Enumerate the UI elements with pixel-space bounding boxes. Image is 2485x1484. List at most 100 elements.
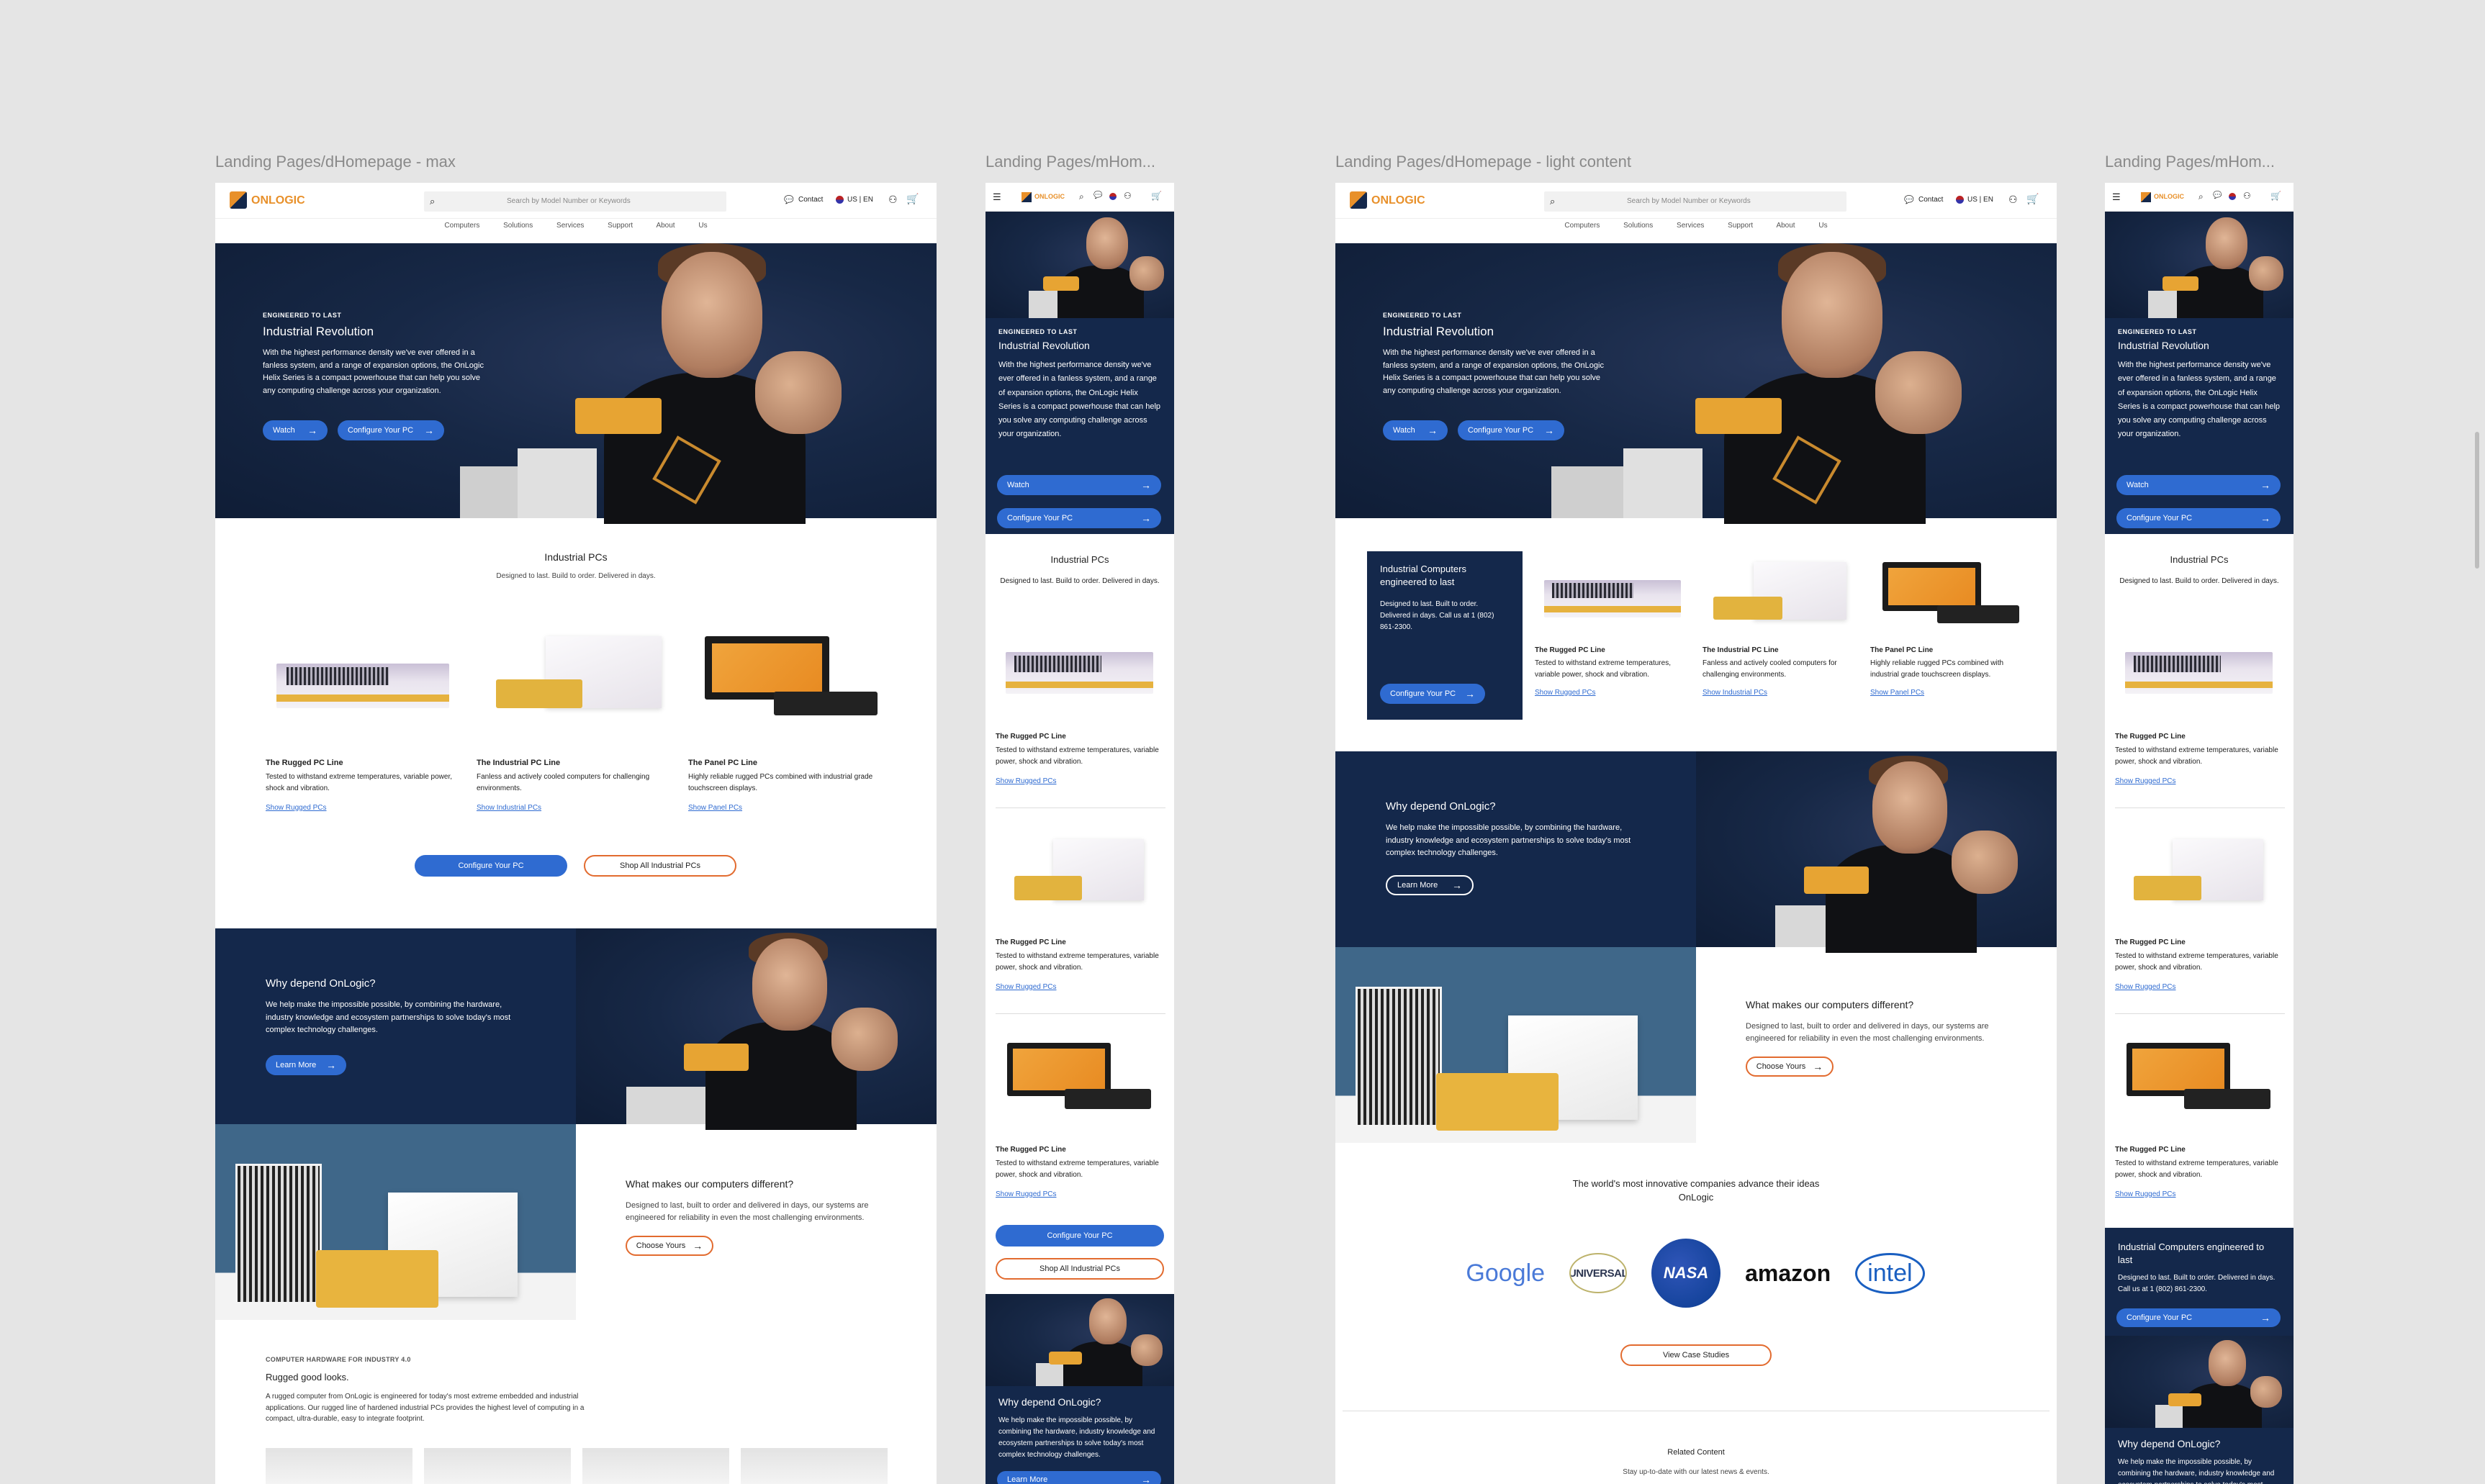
product-link[interactable]: Show Rugged PCs: [2115, 777, 2285, 785]
product-name: The Rugged PC Line: [266, 759, 343, 767]
nav-computers[interactable]: Computers: [444, 222, 479, 230]
user-icon[interactable]: ⚇: [888, 194, 898, 206]
flag-icon[interactable]: [836, 196, 844, 204]
brand-name[interactable]: ONLOGIC: [1034, 193, 1065, 200]
flag-icon[interactable]: [2229, 193, 2236, 200]
configure-pc-button[interactable]: Configure Your PC: [415, 855, 567, 877]
search-icon: ⌕: [1550, 196, 1556, 207]
why-title: Why depend OnLogic?: [2118, 1438, 2221, 1449]
search-icon[interactable]: ⌕: [2198, 191, 2204, 202]
choose-yours-button[interactable]: Choose Yours →: [626, 1236, 713, 1257]
hero-configure-button[interactable]: Configure Your PC →: [338, 420, 444, 440]
promo-configure-button[interactable]: Configure Your PC →: [1380, 684, 1485, 704]
flag-icon[interactable]: [1109, 193, 1117, 200]
product-link[interactable]: Show Rugged PCs: [266, 804, 453, 812]
search-input[interactable]: ⌕ Search by Model Number or Keywords: [1544, 191, 1846, 212]
product-link[interactable]: Show Rugged PCs: [996, 1190, 1165, 1198]
user-icon[interactable]: ⚇: [1124, 191, 1132, 201]
product-link[interactable]: Show Rugged PCs: [1535, 689, 1693, 697]
brand-name[interactable]: ONLOGIC: [251, 194, 305, 207]
hero-watch-button[interactable]: Watch →: [997, 475, 1161, 495]
nav-computers[interactable]: Computers: [1564, 222, 1600, 230]
hero-watch-button[interactable]: Watch →: [2116, 475, 2281, 495]
product-link[interactable]: Show Rugged PCs: [996, 983, 1165, 991]
search-input[interactable]: ⌕ Search by Model Number or Keywords: [424, 191, 726, 212]
learn-more-button[interactable]: Learn More →: [1386, 875, 1474, 895]
learn-more-button[interactable]: Learn More →: [997, 1471, 1161, 1484]
nav-support[interactable]: Support: [608, 222, 633, 230]
arrow-right-icon: →: [1141, 512, 1151, 524]
onlogic-logo-icon[interactable]: [2141, 192, 2151, 202]
hero-body: With the highest performance density we'…: [2118, 361, 2281, 439]
menu-icon[interactable]: ☰: [2112, 191, 2121, 203]
nav-solutions[interactable]: Solutions: [1623, 222, 1653, 230]
onlogic-logo-icon[interactable]: [1021, 192, 1032, 202]
product-card-industrial: The Industrial PC Line Fanless and activ…: [1702, 646, 1864, 697]
product-link[interactable]: Show Industrial PCs: [477, 804, 671, 812]
m-product-card-3: The Rugged PC Line Tested to withstand e…: [2115, 1146, 2285, 1198]
hero-title: Industrial Revolution: [1383, 325, 1494, 338]
canvas-scrollbar[interactable]: [2475, 432, 2479, 569]
brand-name[interactable]: ONLOGIC: [2154, 193, 2184, 200]
shop-all-button[interactable]: Shop All Industrial PCs: [584, 855, 736, 877]
watch-label: Watch: [1393, 426, 1415, 435]
locale-select[interactable]: US | EN: [847, 196, 873, 204]
cart-icon[interactable]: 🛒: [2026, 193, 2039, 205]
product-link[interactable]: Show Panel PCs: [688, 804, 883, 812]
site-header: ONLOGIC ⌕ Search by Model Number or Keyw…: [1335, 183, 2057, 219]
nav-about[interactable]: About Us: [1776, 222, 1827, 230]
nav-services[interactable]: Services: [1677, 222, 1704, 230]
nav-services[interactable]: Services: [556, 222, 584, 230]
view-case-studies-button[interactable]: View Case Studies: [1620, 1344, 1772, 1366]
cart-icon[interactable]: 🛒: [906, 193, 919, 205]
product-card-rugged: The Rugged PC Line Tested to withstand e…: [266, 759, 453, 812]
user-icon[interactable]: ⚇: [2243, 191, 2251, 201]
products-title: Industrial PCs: [1050, 554, 1109, 565]
gallery-thumb-3[interactable]: [582, 1448, 729, 1484]
search-icon[interactable]: ⌕: [1079, 191, 1084, 202]
product-link[interactable]: Show Rugged PCs: [2115, 1190, 2285, 1198]
user-icon[interactable]: ⚇: [2008, 194, 2018, 206]
hero-watch-button[interactable]: Watch →: [263, 420, 328, 440]
hero-body: With the highest performance density we'…: [1383, 348, 1604, 395]
hero-configure-button[interactable]: Configure Your PC →: [1458, 420, 1564, 440]
brand-name[interactable]: ONLOGIC: [1371, 194, 1425, 207]
nav-about[interactable]: About Us: [656, 222, 707, 230]
product-link[interactable]: Show Industrial PCs: [1702, 689, 1864, 697]
gallery-thumb-2[interactable]: [424, 1448, 571, 1484]
hero-configure-button[interactable]: Configure Your PC →: [997, 508, 1161, 528]
contact-link[interactable]: Contact: [1918, 196, 1943, 204]
watch-label: Watch: [1007, 481, 1029, 489]
related-body: Stay up-to-date with our latest news & e…: [1623, 1468, 1769, 1476]
menu-icon[interactable]: ☰: [993, 191, 1001, 203]
product-link[interactable]: Show Rugged PCs: [2115, 983, 2285, 991]
nav-support[interactable]: Support: [1728, 222, 1753, 230]
cart-icon[interactable]: 🛒: [2270, 191, 2281, 201]
rugged-looks-section: COMPUTER HARDWARE FOR INDUSTRY 4.0 Rugge…: [266, 1356, 626, 1425]
contact-link[interactable]: Contact: [798, 196, 823, 204]
hero-watch-button[interactable]: Watch →: [1383, 420, 1448, 440]
product-link[interactable]: Show Panel PCs: [1870, 689, 2032, 697]
gallery-thumb-1[interactable]: [266, 1448, 412, 1484]
universal-logo: UNIVERSAL: [1569, 1253, 1628, 1293]
onlogic-logo-icon[interactable]: [230, 191, 247, 209]
mobile-promo-card: Industrial Computers engineered to last …: [2105, 1228, 2294, 1336]
configure-pc-button[interactable]: Configure Your PC: [996, 1225, 1164, 1247]
chat-icon[interactable]: 💬: [1093, 191, 1102, 199]
watch-label: Watch: [2127, 481, 2149, 489]
chat-icon[interactable]: 💬: [2213, 191, 2222, 199]
gallery-thumb-4[interactable]: [741, 1448, 888, 1484]
promo-configure-button[interactable]: Configure Your PC →: [2116, 1308, 2281, 1327]
chat-icon[interactable]: 💬: [784, 195, 794, 204]
onlogic-logo-icon[interactable]: [1350, 191, 1367, 209]
shop-all-button[interactable]: Shop All Industrial PCs: [996, 1258, 1164, 1280]
learn-more-button[interactable]: Learn More →: [266, 1055, 346, 1075]
hero-configure-button[interactable]: Configure Your PC →: [2116, 508, 2281, 528]
flag-icon[interactable]: [1956, 196, 1964, 204]
product-link[interactable]: Show Rugged PCs: [996, 777, 1165, 785]
cart-icon[interactable]: 🛒: [1151, 191, 1162, 201]
nav-solutions[interactable]: Solutions: [503, 222, 533, 230]
locale-select[interactable]: US | EN: [1967, 196, 1993, 204]
chat-icon[interactable]: 💬: [1904, 195, 1914, 204]
choose-yours-button[interactable]: Choose Yours →: [1746, 1057, 1834, 1077]
